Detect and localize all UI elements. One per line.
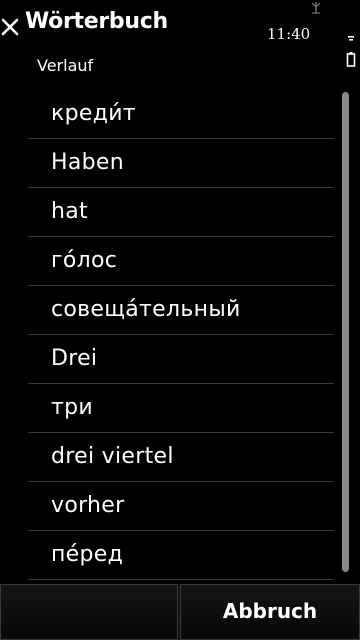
list-item[interactable]: drei viertel — [28, 433, 334, 482]
list-item-label: Drei — [51, 346, 98, 371]
list-item[interactable]: vorher — [28, 482, 334, 531]
list-item[interactable]: Drei — [28, 335, 334, 384]
cancel-button-label: Abbruch — [222, 599, 318, 623]
history-list: креди́т Haben hat го́лос совеща́тельный … — [28, 90, 334, 580]
list-item-label: hat — [51, 199, 88, 224]
list-item[interactable]: совеща́тельный — [28, 286, 334, 335]
list-item[interactable]: Haben — [28, 139, 334, 188]
list-item-label: Haben — [51, 150, 124, 175]
list-item[interactable]: го́лос — [28, 237, 334, 286]
signal-antenna-icon — [311, 2, 321, 14]
clock: 11:40 — [267, 25, 311, 43]
scrollbar[interactable] — [342, 92, 350, 578]
left-softkey[interactable] — [0, 584, 178, 640]
list-item[interactable]: креди́т — [28, 90, 334, 139]
list-item[interactable]: hat — [28, 188, 334, 237]
list-item[interactable]: три — [28, 384, 334, 433]
battery-icon — [346, 36, 356, 67]
app-title: Wörterbuch — [25, 9, 168, 34]
list-item-label: vorher — [51, 493, 125, 518]
list-item-label: совеща́тельный — [51, 297, 241, 322]
close-icon — [1, 18, 19, 36]
cancel-button[interactable]: Abbruch — [180, 584, 360, 640]
list-item-label: пе́ред — [51, 542, 124, 567]
list-item[interactable]: пе́ред — [28, 531, 334, 580]
softkey-bar: Abbruch — [0, 584, 360, 640]
section-title: Verlauf — [37, 56, 94, 75]
title-bar: Wörterbuch 11:40 — [0, 0, 360, 67]
close-button[interactable] — [0, 12, 22, 40]
list-item-label: креди́т — [51, 101, 136, 126]
scrollbar-thumb[interactable] — [342, 92, 349, 572]
list-item-label: три — [51, 395, 93, 420]
list-item-label: drei viertel — [51, 444, 174, 469]
list-item-label: го́лос — [51, 248, 118, 273]
